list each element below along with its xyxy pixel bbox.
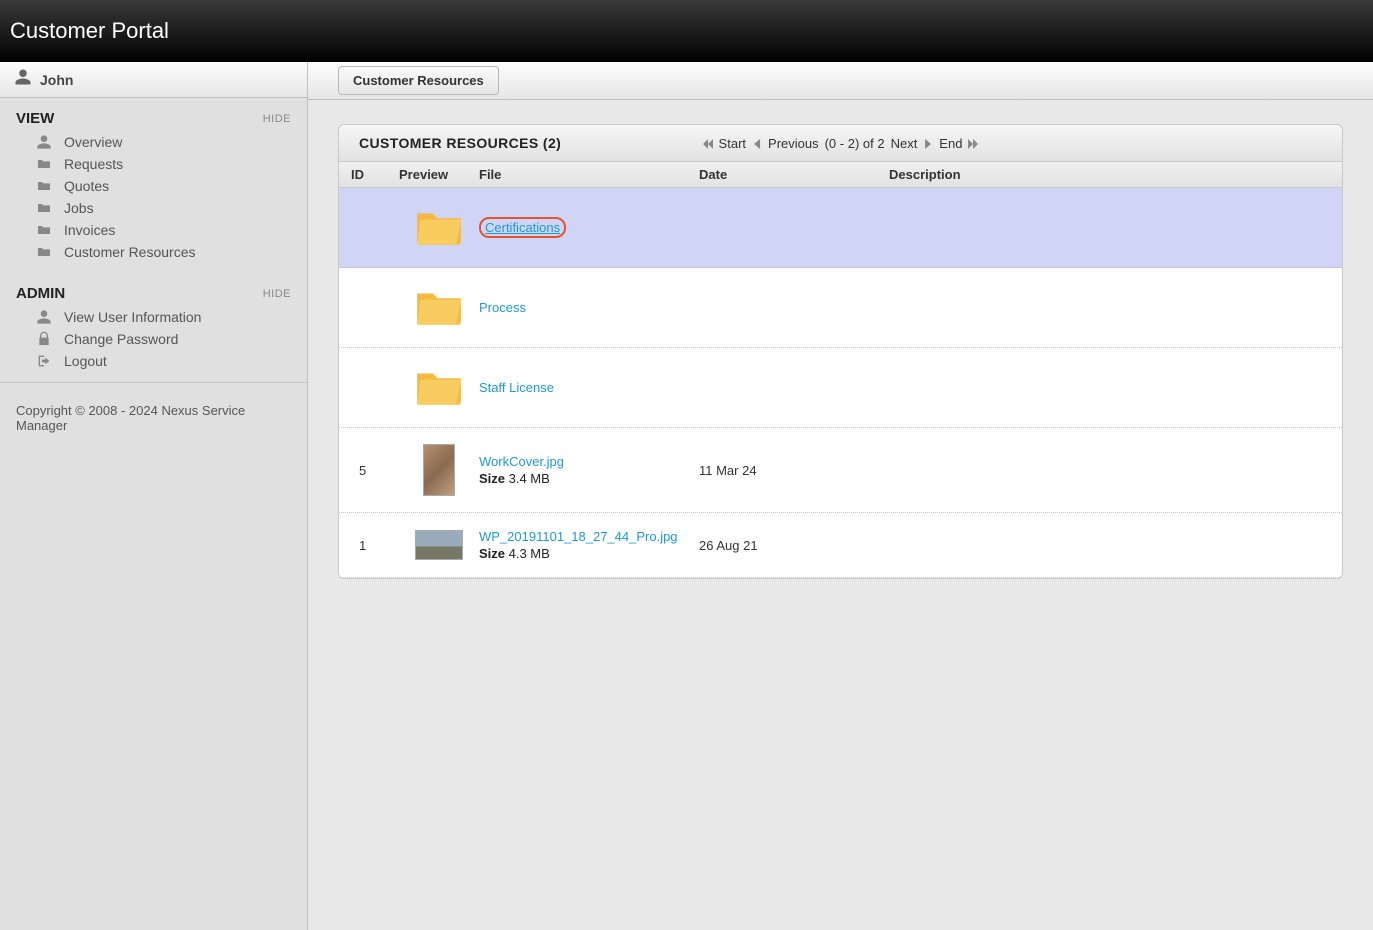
col-desc[interactable]: Description [889, 167, 1342, 182]
cell-date: 26 Aug 21 [699, 538, 889, 553]
cell-file: Process [479, 300, 699, 315]
image-thumbnail[interactable] [415, 530, 463, 560]
sidebar-item-invoices[interactable]: Invoices [0, 219, 307, 241]
cell-file: WP_20191101_18_27_44_Pro.jpg Size 4.3 MB [479, 529, 699, 561]
table-row[interactable]: 5 WorkCover.jpg Size 3.4 MB11 Mar 24 [339, 428, 1342, 513]
col-preview[interactable]: Preview [399, 167, 479, 182]
section-admin-hide[interactable]: HIDE [263, 288, 291, 300]
table-row[interactable]: Certifications [339, 188, 1342, 268]
pager-start[interactable]: Start [717, 136, 748, 151]
sidebar-item-label: Requests [64, 156, 123, 172]
section-view-title: VIEW [16, 110, 54, 127]
column-headers: ID Preview File Date Description [339, 162, 1342, 188]
folder-icon [36, 244, 52, 260]
user-bar[interactable]: John [0, 62, 307, 98]
file-link[interactable]: Certifications [479, 217, 566, 238]
rows-container: Certifications Process Staff License 5 WorkC… [339, 188, 1342, 578]
cell-file: Certifications [479, 217, 699, 238]
file-size: Size 4.3 MB [479, 546, 699, 561]
folder-icon [36, 222, 52, 238]
file-link[interactable]: Staff License [479, 380, 554, 395]
col-id[interactable]: ID [339, 167, 399, 182]
table-row[interactable]: Staff License [339, 348, 1342, 428]
nav-list-view: Overview Requests Quotes Jobs Invoices Custom… [0, 131, 307, 273]
sidebar-item-label: Overview [64, 134, 122, 150]
arrow-out-icon [36, 353, 52, 369]
pager-range: (0 - 2) of 2 [825, 136, 885, 151]
col-date[interactable]: Date [699, 167, 889, 182]
table-row[interactable]: 1 WP_20191101_18_27_44_Pro.jpg Size 4.3 MB… [339, 513, 1342, 578]
lock-icon [36, 331, 52, 347]
sidebar-item-customer-resources[interactable]: Customer Resources [0, 241, 307, 263]
user-icon [14, 68, 32, 91]
image-thumbnail[interactable] [423, 444, 455, 496]
section-view-head: VIEW HIDE [0, 98, 307, 131]
tab-bar: Customer Resources [308, 62, 1373, 100]
cell-preview [399, 364, 479, 411]
sidebar-item-label: Change Password [64, 331, 178, 347]
sidebar-item-label: Invoices [64, 222, 115, 238]
sidebar-item-jobs[interactable]: Jobs [0, 197, 307, 219]
folder-icon [36, 178, 52, 194]
file-size: Size 3.4 MB [479, 471, 699, 486]
sidebar-item-label: Quotes [64, 178, 109, 194]
nav-list-admin: View User Information Change Password Logo… [0, 306, 307, 382]
tab-customer-resources[interactable]: Customer Resources [338, 66, 499, 95]
sidebar-item-label: Jobs [64, 200, 94, 216]
sidebar-item-label: Logout [64, 353, 107, 369]
section-admin-head: ADMIN HIDE [0, 273, 307, 306]
cell-file: Staff License [479, 380, 699, 395]
sidebar-item-label: Customer Resources [64, 244, 196, 260]
table-row[interactable]: Process [339, 268, 1342, 348]
pager-end-icon[interactable] [968, 136, 978, 151]
cell-preview [399, 204, 479, 251]
pager-prev-icon[interactable] [752, 136, 762, 151]
file-link[interactable]: Process [479, 300, 526, 315]
sidebar-item-overview[interactable]: Overview [0, 131, 307, 153]
cell-date: 11 Mar 24 [699, 463, 889, 478]
cell-id: 5 [339, 463, 399, 478]
app-header: Customer Portal [0, 0, 1373, 62]
pager-next-icon[interactable] [923, 136, 933, 151]
copyright: Copyright © 2008 - 2024 Nexus Service Ma… [0, 382, 307, 453]
sidebar-item-label: View User Information [64, 309, 201, 325]
app-title: Customer Portal [10, 18, 169, 43]
sidebar-item-logout[interactable]: Logout [0, 350, 307, 372]
folder-icon [414, 284, 464, 331]
user-icon [36, 134, 52, 150]
sidebar: John VIEW HIDE Overview Requests Quotes Job… [0, 62, 308, 930]
user-name: John [40, 72, 73, 88]
sidebar-item-view-user-information[interactable]: View User Information [0, 306, 307, 328]
section-view-hide[interactable]: HIDE [263, 113, 291, 125]
cell-file: WorkCover.jpg Size 3.4 MB [479, 454, 699, 486]
pager-previous[interactable]: Previous [766, 136, 821, 151]
sidebar-item-requests[interactable]: Requests [0, 153, 307, 175]
main-content: Customer Resources CUSTOMER RESOURCES (2… [308, 62, 1373, 930]
pager-start-icon[interactable] [703, 136, 713, 151]
file-link[interactable]: WP_20191101_18_27_44_Pro.jpg [479, 529, 678, 544]
file-link[interactable]: WorkCover.jpg [479, 454, 564, 469]
folder-icon [36, 200, 52, 216]
folder-icon [414, 204, 464, 251]
resources-panel: CUSTOMER RESOURCES (2) Start Previous (0… [338, 124, 1343, 579]
section-admin-title: ADMIN [16, 285, 65, 302]
panel-header: CUSTOMER RESOURCES (2) Start Previous (0… [339, 125, 1342, 162]
pager-next[interactable]: Next [889, 136, 920, 151]
pager-end[interactable]: End [937, 136, 964, 151]
col-file[interactable]: File [479, 167, 699, 182]
folder-icon [36, 156, 52, 172]
cell-preview [399, 284, 479, 331]
folder-icon [414, 364, 464, 411]
cell-preview [399, 530, 479, 560]
pager: Start Previous (0 - 2) of 2 Next End [703, 136, 979, 151]
user-icon [36, 309, 52, 325]
sidebar-item-change-password[interactable]: Change Password [0, 328, 307, 350]
cell-id: 1 [339, 538, 399, 553]
panel-title: CUSTOMER RESOURCES (2) [359, 135, 561, 151]
cell-preview [399, 444, 479, 496]
sidebar-item-quotes[interactable]: Quotes [0, 175, 307, 197]
